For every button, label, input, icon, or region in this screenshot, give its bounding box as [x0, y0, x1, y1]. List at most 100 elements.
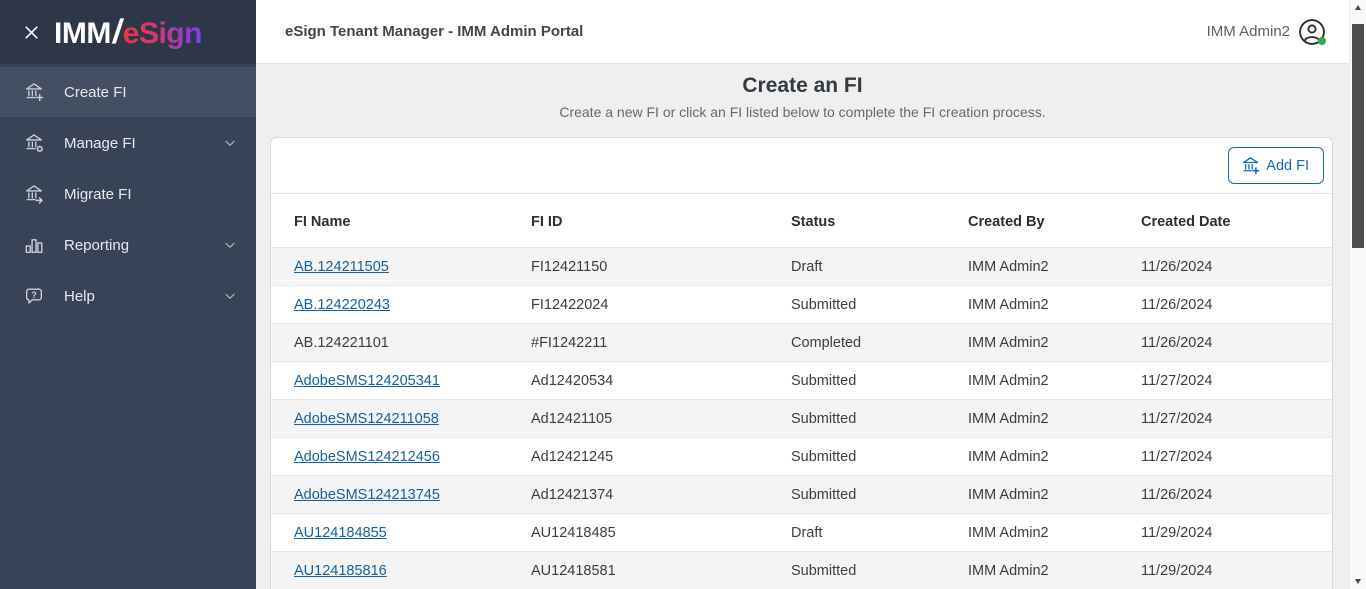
sidebar-item-reporting[interactable]: Reporting: [0, 220, 256, 270]
created-date-cell: 11/29/2024: [1141, 562, 1213, 579]
user-avatar-icon[interactable]: [1298, 18, 1326, 46]
main-area: eSign Tenant Manager - IMM Admin Portal …: [256, 0, 1349, 589]
fi-name-link[interactable]: AdobeSMS124211058: [294, 411, 439, 427]
created-by-cell: IMM Admin2: [968, 524, 1049, 541]
column-header: FI ID: [531, 214, 563, 230]
fi-id-cell: AU12418485: [531, 524, 616, 541]
fi-name-link[interactable]: AB.124211505: [294, 259, 389, 275]
column-header: Created By: [968, 214, 1045, 230]
status-cell: Draft: [791, 258, 823, 275]
status-cell: Draft: [791, 524, 823, 541]
table-row: AdobeSMS124213745 Ad12421374 Submitted IMM …: [271, 475, 1332, 514]
created-by-cell: IMM Admin2: [968, 334, 1049, 351]
fi-name-text: AB.124221101: [294, 334, 389, 351]
page-title: Create an FI: [742, 74, 863, 97]
imm-esign-logo: IMM / eSign: [54, 13, 202, 52]
table-row: AB.124221101 #FI1242211 Completed IMM Admin…: [271, 323, 1332, 362]
fi-name-link[interactable]: AdobeSMS124213745: [294, 487, 440, 503]
bar-chart-icon: [22, 233, 46, 257]
fi-name-link[interactable]: AdobeSMS124205341: [294, 373, 440, 389]
sidebar-item-label: Manage FI: [64, 134, 136, 152]
created-by-cell: IMM Admin2: [968, 410, 1049, 427]
status-cell: Submitted: [791, 296, 857, 313]
status-cell: Submitted: [791, 448, 857, 465]
sidebar-item-label: Reporting: [64, 236, 130, 254]
sidebar-item-label: Migrate FI: [64, 185, 132, 203]
table-row: AB.124220243 FI12422024 Submitted IMM Admin…: [271, 285, 1332, 324]
sidebar-item-migrate-fi[interactable]: Migrate FI: [0, 169, 256, 219]
column-header: FI Name: [294, 214, 351, 230]
fi-name-link[interactable]: AB.124220243: [294, 297, 390, 313]
table-row: AdobeSMS124205341 Ad12420534 Submitted IMM …: [271, 361, 1332, 400]
fi-name-link[interactable]: AU124184855: [294, 525, 387, 541]
chevron-down-icon: [222, 288, 238, 304]
bank-plus-icon: [22, 80, 46, 104]
created-date-cell: 11/27/2024: [1141, 410, 1213, 427]
page-content: Create an FI Create a new FI or click an…: [256, 64, 1349, 589]
sidebar-item-create-fi[interactable]: Create FI: [0, 67, 256, 117]
status-cell: Submitted: [791, 562, 857, 579]
sidebar-item-manage-fi[interactable]: Manage FI: [0, 118, 256, 168]
status-cell: Submitted: [791, 486, 857, 503]
fi-id-cell: Ad12421245: [531, 448, 614, 465]
fi-id-cell: #FI1242211: [531, 334, 608, 351]
created-date-cell: 11/29/2024: [1141, 524, 1213, 541]
fi-list-card: Add FI FI Name FI ID Status Created By Creat…: [270, 137, 1333, 589]
chevron-down-icon: [222, 135, 238, 151]
table-row: AdobeSMS124211058 Ad12421105 Submitted IMM …: [271, 399, 1332, 438]
user-box: IMM Admin2: [1207, 18, 1326, 46]
add-fi-button[interactable]: Add FI: [1228, 147, 1324, 184]
scrollbar-up-arrow-icon[interactable]: [1355, 5, 1361, 10]
page-subtitle: Create a new FI or click an FI listed be…: [559, 104, 1046, 120]
scrollbar-thumb[interactable]: [1352, 24, 1364, 248]
fi-name-link[interactable]: AU124185816: [294, 563, 387, 579]
bank-gear-icon: [22, 131, 46, 155]
sidebar-item-label: Help: [64, 287, 95, 305]
sidebar: IMM / eSign Create FI Manage FI Migrate FI Re…: [0, 0, 256, 589]
column-header: Created Date: [1141, 214, 1231, 230]
fi-id-cell: Ad12421374: [531, 486, 614, 503]
created-by-cell: IMM Admin2: [968, 486, 1049, 503]
created-date-cell: 11/26/2024: [1141, 334, 1213, 351]
topbar: eSign Tenant Manager - IMM Admin Portal …: [256, 0, 1349, 64]
created-by-cell: IMM Admin2: [968, 372, 1049, 389]
table-row: AU124185816 AU12418581 Submitted IMM Admin2…: [271, 551, 1332, 589]
created-by-cell: IMM Admin2: [968, 296, 1049, 313]
scrollbar-down-arrow-icon[interactable]: [1355, 579, 1361, 584]
created-date-cell: 11/26/2024: [1141, 258, 1213, 275]
logo-imm-text: IMM: [54, 16, 111, 50]
fi-id-cell: FI12421150: [531, 258, 608, 275]
sidebar-item-label: Create FI: [64, 83, 127, 101]
fi-name-link[interactable]: AdobeSMS124212456: [294, 449, 440, 465]
bank-arrow-icon: [22, 182, 46, 206]
help-bubble-icon: ?: [22, 284, 46, 308]
add-fi-button-label: Add FI: [1266, 157, 1309, 174]
svg-text:?: ?: [31, 290, 37, 300]
created-date-cell: 11/26/2024: [1141, 486, 1213, 503]
online-status-dot: [1318, 36, 1326, 45]
fi-id-cell: FI12422024: [531, 296, 609, 313]
status-cell: Submitted: [791, 410, 857, 427]
status-cell: Completed: [791, 334, 862, 351]
chevron-down-icon: [222, 237, 238, 253]
table-body: AB.124211505 FI12421150 Draft IMM Admin2 11/…: [271, 247, 1332, 589]
table-row: AB.124211505 FI12421150 Draft IMM Admin2 11/…: [271, 247, 1332, 286]
bank-plus-icon: [1240, 155, 1261, 176]
close-icon[interactable]: [16, 17, 46, 47]
fi-id-cell: Ad12421105: [531, 410, 613, 427]
fi-id-cell: AU12418581: [531, 562, 616, 579]
app-title: eSign Tenant Manager - IMM Admin Portal: [285, 23, 584, 40]
table-header: FI Name FI ID Status Created By Created Date: [271, 194, 1332, 248]
created-by-cell: IMM Admin2: [968, 448, 1049, 465]
table-row: AdobeSMS124212456 Ad12421245 Submitted IMM …: [271, 437, 1332, 476]
created-date-cell: 11/27/2024: [1141, 448, 1213, 465]
user-name: IMM Admin2: [1206, 23, 1290, 40]
fi-table: FI Name FI ID Status Created By Created Date…: [271, 194, 1332, 589]
fi-id-cell: Ad12420534: [531, 372, 614, 389]
status-cell: Submitted: [791, 372, 857, 389]
created-by-cell: IMM Admin2: [968, 562, 1049, 579]
table-header-row: FI Name FI ID Status Created By Created Date: [271, 194, 1332, 248]
column-header: Status: [791, 214, 836, 230]
sidebar-item-help[interactable]: ? Help: [0, 271, 256, 321]
sidebar-menu: Create FI Manage FI Migrate FI Reporting? He…: [0, 64, 256, 321]
